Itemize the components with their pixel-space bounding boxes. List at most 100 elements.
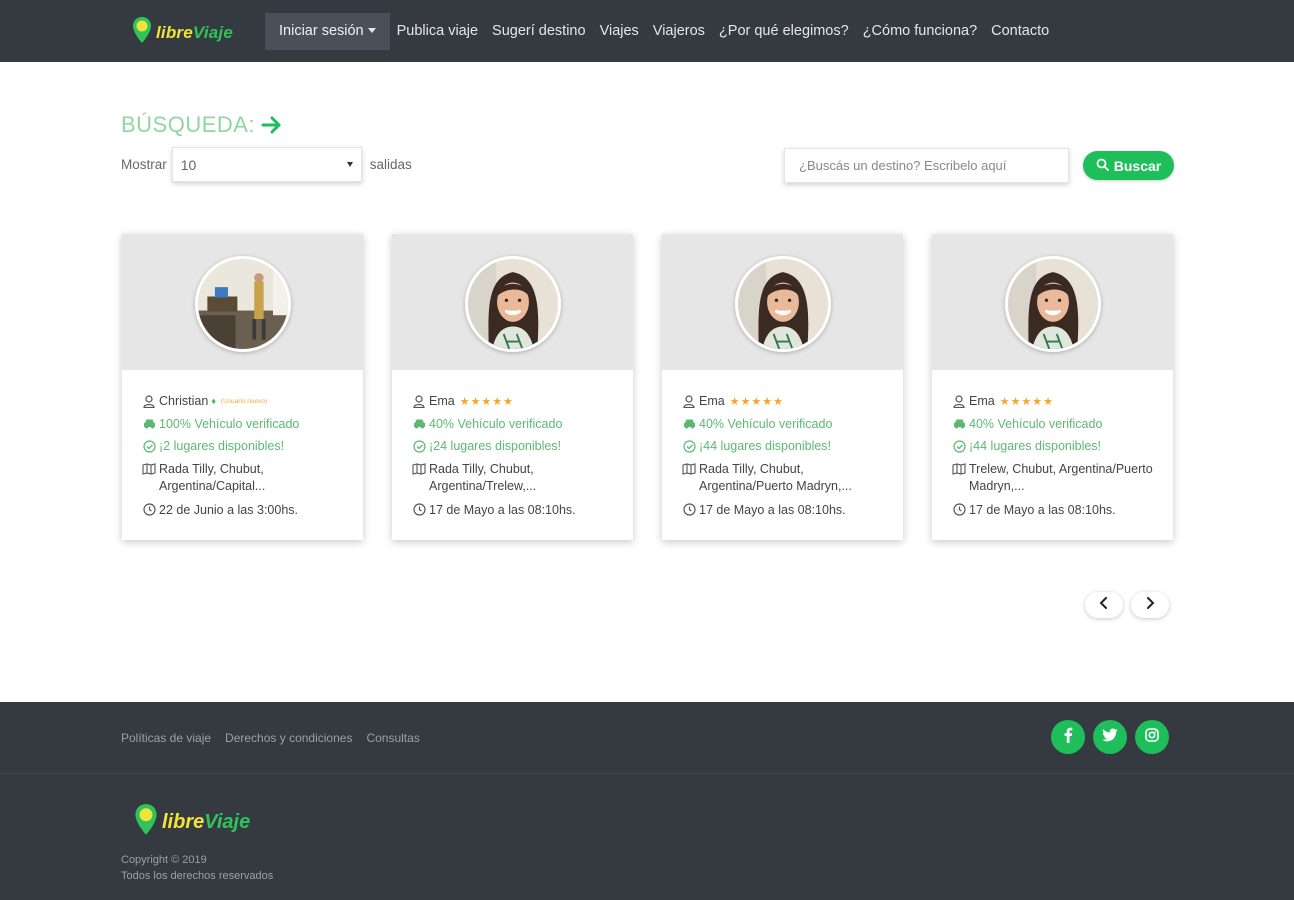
seats-text: ¡24 lugares disponibles! (429, 439, 562, 454)
card-header (392, 234, 633, 370)
avatar (1005, 256, 1101, 352)
car-icon (412, 417, 426, 431)
twitter-button[interactable] (1093, 720, 1127, 754)
next-page-button[interactable] (1131, 592, 1169, 618)
time-row: 17 de Mayo a las 08:10hs. (952, 499, 1173, 522)
car-icon (142, 417, 156, 431)
nav-item-sugeri-destino[interactable]: Sugerí destino (485, 13, 593, 50)
card-header (662, 234, 903, 370)
vehicle-verified-text: 40% Vehículo verificado (429, 416, 563, 431)
show-label: Mostrar (121, 157, 167, 172)
user-icon (682, 394, 696, 408)
instagram-button[interactable] (1135, 720, 1169, 754)
route-row: Rada Tilly, Chubut, Argentina/Puerto Mad… (682, 461, 903, 496)
nav-item-contacto[interactable]: Contacto (984, 13, 1056, 50)
nav-item-por-que-elegimos[interactable]: ¿Por qué elegimos? (712, 13, 856, 50)
entries-select[interactable]: 10 (171, 147, 362, 182)
card-body: Ema ★★★★★ 40% Vehículo verificado ¡44 lu… (932, 370, 1173, 521)
time-row: 17 de Mayo a las 08:10hs. (682, 499, 903, 522)
destination-search-input[interactable] (784, 148, 1069, 183)
route-text: Rada Tilly, Chubut, Argentina/Puerto Mad… (699, 461, 852, 494)
prev-page-button[interactable] (1085, 592, 1123, 618)
seats-row: ¡44 lugares disponibles! (952, 435, 1173, 458)
brand-logo[interactable]: libreViaje (132, 16, 233, 49)
brand-text-a: libre (156, 22, 193, 42)
rating-stars: ★★★★★ (999, 395, 1055, 408)
rating-stars: ★★★★★ (459, 395, 515, 408)
car-icon (682, 417, 696, 431)
check-circle-icon (682, 439, 696, 453)
copyright: Copyright © 2019 Todos los derechos rese… (121, 852, 273, 884)
entries-select-value: 10 (180, 156, 197, 173)
time-row: 17 de Mayo a las 08:10hs. (412, 499, 633, 522)
vehicle-verified-text: 40% Vehículo verificado (699, 416, 833, 431)
copyright-line-2: Todos los derechos reservados (121, 870, 274, 882)
clock-icon (952, 503, 966, 517)
vehicle-verified-text: 100% Vehículo verificado (159, 416, 300, 431)
search-title: BÚSQUEDA: (121, 112, 283, 138)
map-icon (682, 462, 696, 481)
clock-icon (682, 503, 696, 517)
car-icon (952, 417, 966, 431)
entries-selector-row: Mostrar 10 salidas (121, 147, 412, 182)
chevron-left-icon (1099, 596, 1109, 614)
user-icon (412, 394, 426, 408)
map-icon (412, 462, 426, 481)
nav-item-viajeros[interactable]: Viajeros (646, 13, 712, 50)
check-circle-icon (412, 439, 426, 453)
route-row: Rada Tilly, Chubut, Argentina/Capital... (142, 461, 363, 496)
route-text: Trelew, Chubut, Argentina/Puerto Madryn,… (969, 461, 1153, 494)
trip-card[interactable]: Ema ★★★★★ 40% Vehículo verificado ¡24 lu… (392, 234, 633, 540)
login-dropdown[interactable]: Iniciar sesión (265, 13, 390, 50)
facebook-button[interactable] (1051, 720, 1085, 754)
avatar (735, 256, 831, 352)
vehicle-verified-row: 40% Vehículo verificado (952, 413, 1173, 436)
trip-card[interactable]: Christian ♦ (Usuario nuevo) 100% Vehícul… (122, 234, 363, 540)
trip-card[interactable]: Ema ★★★★★ 40% Vehículo verificado ¡44 lu… (932, 234, 1173, 540)
seats-text: ¡44 lugares disponibles! (969, 439, 1102, 454)
driver-row: Ema ★★★★★ (682, 390, 903, 413)
driver-name: Ema (699, 394, 725, 409)
user-icon (952, 394, 966, 408)
clock-icon (142, 503, 156, 517)
footer-brand-text-a: libre (162, 810, 205, 833)
login-label: Iniciar sesión (279, 23, 364, 39)
nav-item-publica-viaje[interactable]: Publica viaje (390, 13, 485, 50)
nav-menu: Iniciar sesión Publica viaje Sugerí dest… (265, 13, 1056, 50)
page-footer: Políticas de viaje Derechos y condicione… (0, 702, 1294, 900)
footer-divider (0, 773, 1294, 774)
route-text: Rada Tilly, Chubut, Argentina/Capital... (159, 461, 266, 494)
route-text: Rada Tilly, Chubut, Argentina/Trelew,... (429, 461, 537, 494)
seats-text: ¡44 lugares disponibles! (699, 439, 832, 454)
search-button[interactable]: Buscar (1083, 151, 1174, 180)
map-icon (952, 462, 966, 481)
map-pin-icon (132, 16, 152, 49)
vehicle-verified-row: 40% Vehículo verificado (412, 413, 633, 436)
footer-link-consultas[interactable]: Consultas (366, 731, 419, 745)
driver-row: Ema ★★★★★ (952, 390, 1173, 413)
nav-item-viajes[interactable]: Viajes (593, 13, 646, 50)
footer-link-derechos[interactable]: Derechos y condiciones (225, 731, 352, 745)
footer-link-politicas[interactable]: Políticas de viaje (121, 731, 211, 745)
time-text: 17 de Mayo a las 08:10hs. (699, 502, 846, 517)
driver-name: Christian (159, 394, 209, 409)
check-circle-icon (952, 439, 966, 453)
copyright-line-1: Copyright © 2019 (121, 854, 207, 866)
seats-row: ¡24 lugares disponibles! (412, 435, 633, 458)
arrow-right-icon (261, 115, 283, 135)
twitter-icon (1102, 728, 1118, 747)
driver-name: Ema (969, 394, 995, 409)
trip-card[interactable]: Ema ★★★★★ 40% Vehículo verificado ¡44 lu… (662, 234, 903, 540)
footer-logo: libreViaje (134, 803, 250, 841)
footer-links: Políticas de viaje Derechos y condicione… (121, 731, 420, 745)
card-body: Ema ★★★★★ 40% Vehículo verificado ¡44 lu… (662, 370, 903, 521)
route-row: Rada Tilly, Chubut, Argentina/Trelew,... (412, 461, 633, 496)
search-icon (1096, 158, 1109, 174)
seats-row: ¡2 lugares disponibles! (142, 435, 363, 458)
nav-item-como-funciona[interactable]: ¿Cómo funciona? (856, 13, 984, 50)
instagram-icon (1145, 727, 1159, 747)
card-body: Christian ♦ (Usuario nuevo) 100% Vehícul… (122, 370, 363, 521)
clock-icon (412, 503, 426, 517)
caret-down-icon (367, 27, 376, 33)
chevron-right-icon (1145, 596, 1155, 614)
